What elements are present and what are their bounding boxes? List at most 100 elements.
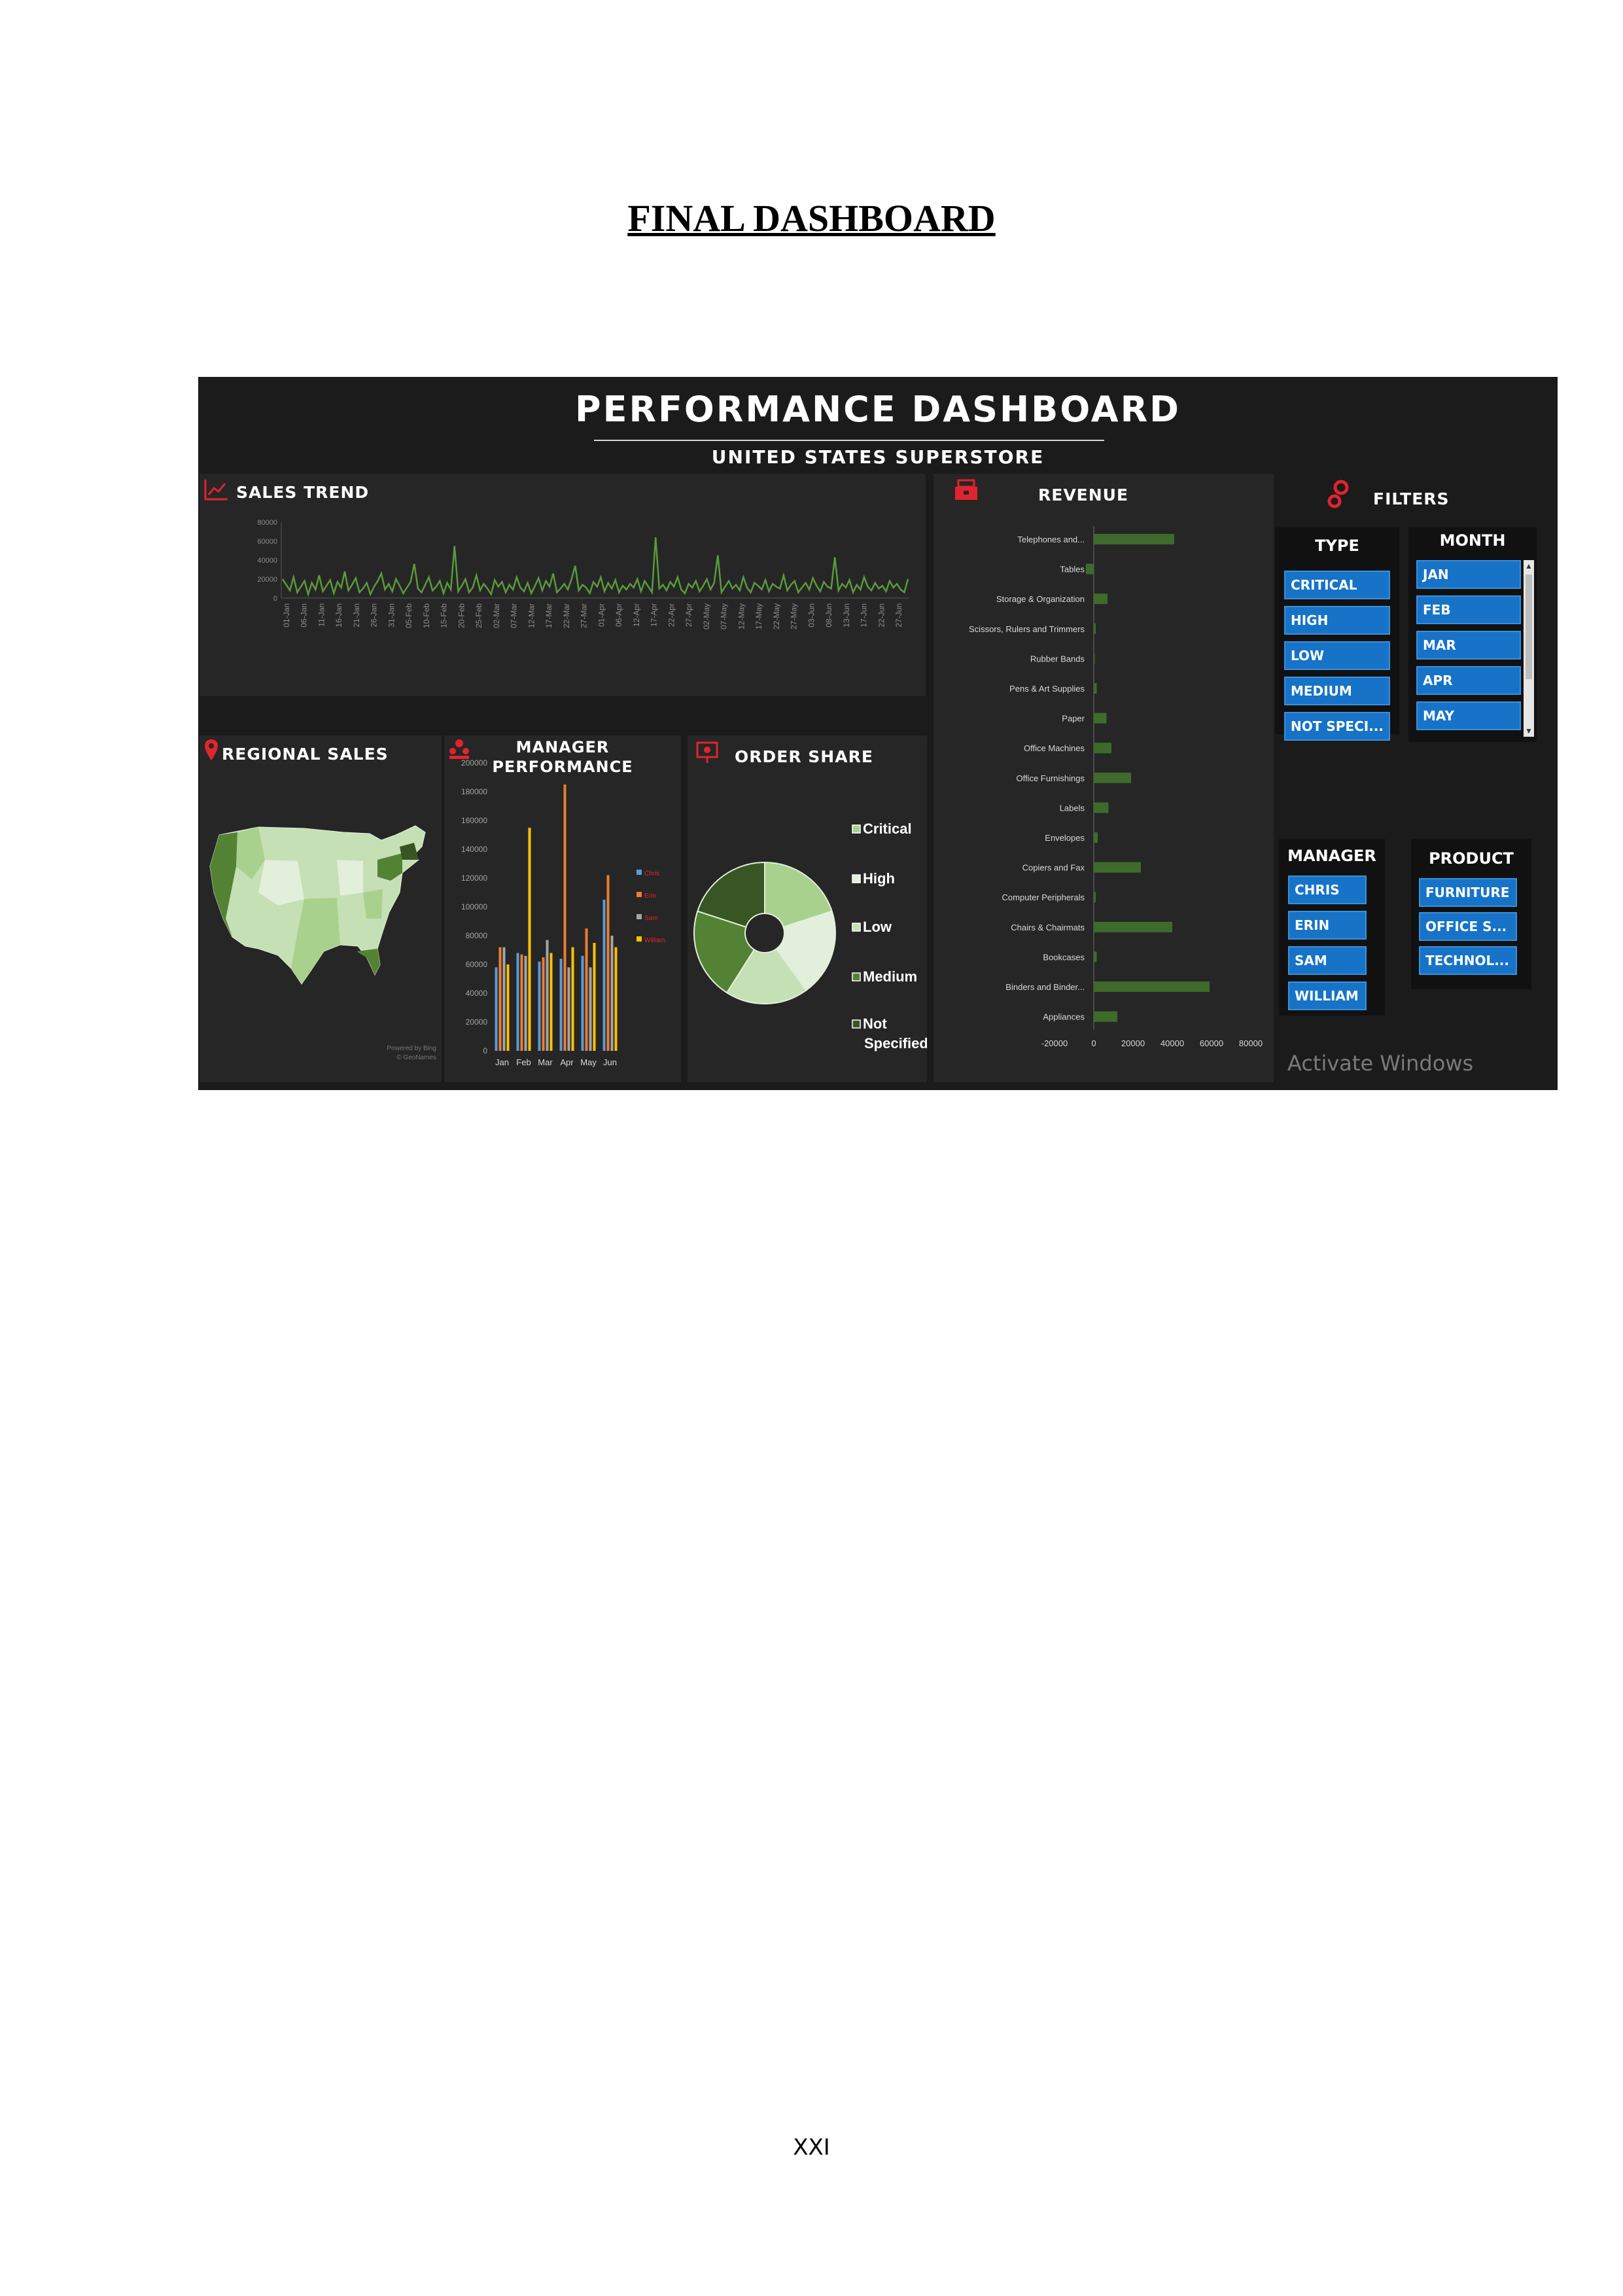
- x-tick-label: Jan: [495, 1057, 509, 1067]
- legend-label: Erin: [644, 892, 656, 900]
- activate-windows-watermark: Activate Windows: [1287, 1051, 1474, 1076]
- x-tick-label: 15-Feb: [440, 603, 449, 628]
- category-label: Binders and Binder...: [1005, 982, 1085, 992]
- revenue-bar: [1094, 653, 1095, 664]
- y-tick-label: 80000: [257, 519, 277, 527]
- bar-erin: [606, 875, 610, 1051]
- x-tick-label: 03-Jun: [807, 603, 816, 627]
- bar-william: [506, 964, 510, 1051]
- legend-label: William: [644, 937, 665, 944]
- revenue-bar: [1094, 802, 1109, 813]
- x-tick-label: 40000: [1161, 1038, 1184, 1048]
- category-label: Office Machines: [1024, 743, 1085, 753]
- revenue-bar: [1094, 713, 1107, 724]
- type-option-medium[interactable]: MEDIUM: [1284, 677, 1390, 705]
- type-option-low[interactable]: LOW: [1284, 641, 1390, 670]
- title-divider: [594, 440, 1104, 441]
- category-label: Rubber Bands: [1030, 654, 1085, 663]
- month-option-apr[interactable]: APR: [1416, 666, 1521, 695]
- product-option-office-supplies[interactable]: OFFICE S...: [1419, 912, 1517, 941]
- revenue-bar: [1094, 593, 1108, 605]
- map-attribution-line: Powered by Bing: [387, 1045, 436, 1052]
- x-tick-label: 22-Jun: [877, 603, 886, 627]
- x-tick-label: 27-Mar: [580, 603, 589, 628]
- y-tick-label: 120000: [461, 874, 487, 883]
- x-tick-label: Feb: [516, 1057, 531, 1067]
- manager-slicer-title: MANAGER: [1287, 847, 1376, 865]
- y-tick-label: 200000: [461, 758, 487, 768]
- legend-swatch: [852, 1019, 861, 1029]
- product-option-technology[interactable]: TECHNOL...: [1419, 946, 1517, 975]
- manager-option-chris[interactable]: CHRIS: [1288, 875, 1367, 904]
- us-map: [209, 825, 426, 985]
- bar-william: [614, 947, 618, 1051]
- bar-chris: [559, 959, 563, 1051]
- map-attribution-line: © GeoNames: [396, 1054, 436, 1061]
- bar-erin: [585, 928, 588, 1051]
- x-tick-label: 20000: [1121, 1038, 1145, 1048]
- bar-sam: [567, 967, 570, 1051]
- legend-swatch: [637, 870, 642, 875]
- bar-sam: [502, 947, 506, 1051]
- legend-label: Specified: [864, 1035, 927, 1051]
- x-tick-label: 80000: [1239, 1038, 1263, 1048]
- x-tick-label: 01-Jan: [282, 603, 291, 627]
- manager-option-sam[interactable]: SAM: [1288, 946, 1367, 975]
- x-tick-label: 22-Mar: [562, 603, 571, 628]
- manager-performance-chart: 0 20000 40000 60000 80000 100000 120000 140000 1…: [461, 758, 665, 1067]
- category-label: Office Furnishings: [1016, 773, 1085, 783]
- x-tick-label: -20000: [1041, 1038, 1068, 1048]
- legend-swatch: [852, 824, 861, 834]
- x-tick-label: May: [580, 1057, 597, 1067]
- month-slicer-scrollbar[interactable]: ▲ ▼: [1524, 560, 1534, 737]
- x-tick-label: 22-May: [772, 603, 781, 629]
- revenue-bar: [1094, 951, 1097, 963]
- category-label: Labels: [1060, 803, 1085, 813]
- month-option-jan[interactable]: JAN: [1416, 560, 1521, 589]
- manager-option-erin[interactable]: ERIN: [1288, 911, 1367, 940]
- bar-erin: [498, 947, 502, 1051]
- month-option-mar[interactable]: MAR: [1416, 631, 1521, 660]
- product-slicer-title: PRODUCT: [1429, 849, 1514, 868]
- month-slicer: MONTH JAN FEB MAR APR MAY ▲ ▼: [1408, 527, 1537, 742]
- month-option-feb[interactable]: FEB: [1416, 595, 1521, 624]
- category-label: Scissors, Rulers and Trimmers: [969, 624, 1085, 634]
- scroll-down-icon[interactable]: ▼: [1524, 725, 1534, 737]
- order-share-chart: Critical High Low Medium Not Specified: [693, 821, 927, 1051]
- x-tick-label: 02-May: [702, 603, 711, 629]
- legend-swatch: [637, 914, 642, 919]
- x-tick-label: 07-May: [720, 603, 729, 629]
- product-option-furniture[interactable]: FURNITURE: [1419, 878, 1517, 907]
- category-label: Storage & Organization: [996, 594, 1085, 604]
- legend-label: Critical: [863, 821, 912, 837]
- sales-trend-title: SALES TREND: [236, 483, 370, 502]
- type-slicer: TYPE CRITICAL HIGH LOW MEDIUM NOT SPECI.…: [1275, 527, 1399, 741]
- dashboard-title: PERFORMANCE DASHBOARD: [575, 389, 1181, 430]
- legend-swatch: [637, 892, 642, 897]
- type-option-high[interactable]: HIGH: [1284, 606, 1390, 635]
- month-slicer-title: MONTH: [1439, 531, 1506, 550]
- type-option-critical[interactable]: CRITICAL: [1284, 571, 1390, 599]
- bar-chris: [516, 953, 519, 1051]
- x-tick-label: 17-May: [754, 603, 763, 629]
- type-option-not-specified[interactable]: NOT SPECI...: [1284, 712, 1390, 741]
- manager-option-william[interactable]: WILLIAM: [1288, 981, 1367, 1010]
- scroll-up-icon[interactable]: ▲: [1524, 560, 1534, 572]
- category-label: Copiers and Fax: [1022, 863, 1085, 873]
- revenue-chart: Telephones and... Tables Storage & Organiz…: [969, 526, 1263, 1048]
- revenue-bar: [1086, 563, 1094, 574]
- month-slicer-scroll-thumb[interactable]: [1526, 574, 1532, 679]
- x-tick-label: 11-Jan: [317, 603, 326, 627]
- x-tick-label: 05-Feb: [404, 603, 413, 628]
- category-label: Appliances: [1043, 1012, 1085, 1022]
- month-option-may[interactable]: MAY: [1416, 701, 1521, 730]
- revenue-panel: REVENUE Telephones and... Tables Storage &…: [934, 474, 1274, 1082]
- y-tick-label: 40000: [466, 989, 488, 998]
- x-tick-label: 21-Jan: [352, 603, 361, 627]
- bar-william: [571, 947, 574, 1051]
- bar-william: [593, 943, 596, 1051]
- x-tick-label: 27-Apr: [684, 603, 693, 627]
- filters-title: FILTERS: [1373, 489, 1450, 508]
- x-tick-label: Jun: [603, 1057, 617, 1067]
- y-tick-label: 180000: [461, 787, 487, 796]
